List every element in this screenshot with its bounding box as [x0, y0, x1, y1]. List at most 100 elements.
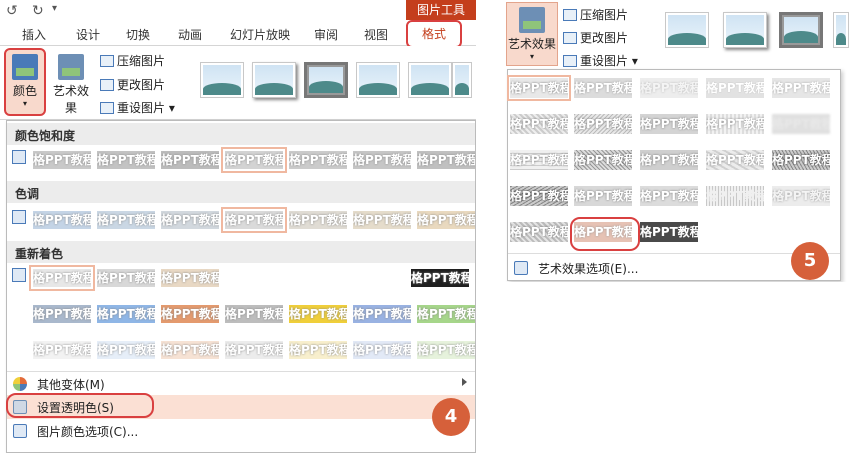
art-effect-swatch[interactable]: 格PPT教程: [640, 186, 698, 206]
compress-button[interactable]: 压缩图片: [100, 52, 165, 69]
style-thumb[interactable]: [665, 12, 709, 48]
reset-picture-button[interactable]: 重设图片 ▾: [563, 52, 638, 69]
art-effect-swatch-dark[interactable]: 格PPT教程: [640, 222, 698, 242]
tab-slideshow[interactable]: 幻灯片放映: [230, 26, 290, 43]
undo-icon[interactable]: ↺: [6, 3, 18, 19]
style-thumb[interactable]: [408, 62, 452, 98]
saturation-swatch[interactable]: 格PPT教程: [289, 151, 347, 169]
saturation-swatch[interactable]: 格PPT教程: [33, 151, 91, 169]
recolor-swatch[interactable]: 格PPT教程: [225, 341, 283, 359]
tone-swatch[interactable]: 格PPT教程: [97, 211, 155, 229]
tab-design[interactable]: 设计: [76, 26, 100, 43]
more-variants-item[interactable]: 其他变体(M): [7, 371, 475, 395]
recolor-swatch[interactable]: 格PPT教程: [417, 305, 475, 323]
art-effect-swatch-selected[interactable]: 格PPT教程: [507, 75, 571, 101]
tab-review[interactable]: 审阅: [314, 26, 338, 43]
chevron-right-icon: [462, 378, 467, 386]
tab-format[interactable]: 格式: [406, 20, 462, 48]
saturation-swatch[interactable]: 格PPT教程: [97, 151, 155, 169]
saturation-swatch[interactable]: 格PPT教程: [161, 151, 219, 169]
art-effect-swatch[interactable]: 格PPT教程: [510, 114, 568, 134]
saturation-swatch[interactable]: 格PPT教程: [417, 151, 475, 169]
recolor-swatch[interactable]: 格PPT教程: [97, 305, 155, 323]
art-options-icon: [514, 261, 528, 275]
art-effect-icon: [519, 7, 545, 33]
style-thumb[interactable]: [723, 12, 767, 48]
recolor-swatch[interactable]: 格PPT教程: [33, 341, 91, 359]
art-effect-button[interactable]: 艺术效果: [48, 50, 94, 116]
recolor-header: 重新着色: [7, 241, 475, 263]
art-effect-swatch[interactable]: 格PPT教程: [706, 78, 764, 98]
style-thumb[interactable]: [779, 12, 823, 48]
recolor-swatch[interactable]: 格PPT教程: [289, 305, 347, 323]
recolor-swatch[interactable]: 格PPT教程: [353, 305, 411, 323]
recolor-swatch[interactable]: 格PPT教程: [161, 305, 219, 323]
art-effect-swatch[interactable]: 格PPT教程: [640, 78, 698, 98]
recolor-icon: [12, 268, 26, 282]
saturation-swatch[interactable]: 格PPT教程: [353, 151, 411, 169]
art-effect-swatch[interactable]: 格PPT教程: [510, 186, 568, 206]
recolor-swatch-black[interactable]: 格PPT教程: [411, 269, 469, 287]
reset-picture-icon: [100, 102, 114, 114]
step-badge-5: 5: [791, 242, 829, 280]
style-thumb[interactable]: [200, 62, 244, 98]
recolor-swatch[interactable]: 格PPT教程: [289, 341, 347, 359]
art-effect-swatch[interactable]: 格PPT教程: [706, 150, 764, 170]
recolor-swatch[interactable]: 格PPT教程: [33, 305, 91, 323]
picture-color-options-item[interactable]: 图片颜色选项(C)...: [7, 419, 475, 443]
repeat-icon[interactable]: ↻: [32, 3, 44, 19]
tone-header: 色调: [7, 181, 475, 203]
tone-swatch[interactable]: 格PPT教程: [353, 211, 411, 229]
art-effect-label: 艺术效果: [507, 37, 556, 51]
tab-transitions[interactable]: 切换: [126, 26, 150, 43]
art-effect-swatch[interactable]: 格PPT教程: [772, 186, 830, 206]
tab-insert[interactable]: 插入: [22, 26, 46, 43]
recolor-swatch[interactable]: 格PPT教程: [97, 269, 155, 287]
change-picture-button[interactable]: 更改图片: [563, 29, 628, 46]
tone-swatch-selected[interactable]: 格PPT教程: [221, 207, 287, 233]
recolor-swatch[interactable]: 格PPT教程: [417, 341, 475, 359]
saturation-header: 颜色饱和度: [7, 123, 475, 145]
menu-divider: [508, 253, 840, 254]
art-effect-swatch[interactable]: 格PPT教程: [640, 114, 698, 134]
art-effect-swatch[interactable]: 格PPT教程: [706, 186, 764, 206]
recolor-swatch[interactable]: 格PPT教程: [161, 341, 219, 359]
recolor-swatch-selected[interactable]: 格PPT教程: [29, 265, 95, 291]
tab-animations[interactable]: 动画: [178, 26, 202, 43]
style-thumb[interactable]: [252, 62, 296, 98]
quick-access-toolbar: ↺ ↻ ▾: [0, 0, 476, 22]
style-thumb[interactable]: [833, 12, 849, 48]
recolor-swatch[interactable]: 格PPT教程: [161, 269, 219, 287]
recolor-swatch[interactable]: 格PPT教程: [225, 305, 283, 323]
tone-swatch[interactable]: 格PPT教程: [33, 211, 91, 229]
art-effect-swatch[interactable]: 格PPT教程: [706, 114, 764, 134]
art-effect-swatch[interactable]: 格PPT教程: [574, 114, 632, 134]
style-thumb[interactable]: [452, 62, 472, 98]
change-picture-button[interactable]: 更改图片: [100, 76, 165, 93]
tone-swatch[interactable]: 格PPT教程: [289, 211, 347, 229]
art-effect-swatch[interactable]: 格PPT教程: [772, 114, 830, 134]
style-thumb[interactable]: [356, 62, 400, 98]
recolor-swatch[interactable]: 格PPT教程: [353, 341, 411, 359]
art-effect-swatch[interactable]: 格PPT教程: [772, 150, 830, 170]
reset-picture-button[interactable]: 重设图片 ▾: [100, 99, 175, 116]
art-effect-swatch[interactable]: 格PPT教程: [772, 78, 830, 98]
art-effect-swatch[interactable]: 格PPT教程: [510, 150, 568, 170]
recolor-swatch[interactable]: 格PPT教程: [97, 341, 155, 359]
art-effect-swatch[interactable]: 格PPT教程: [640, 150, 698, 170]
tone-swatch[interactable]: 格PPT教程: [417, 211, 475, 229]
saturation-icon: [12, 150, 26, 164]
art-effect-swatch[interactable]: 格PPT教程: [510, 222, 568, 242]
tab-view[interactable]: 视图: [364, 26, 388, 43]
right-screenshot: 艺术效果 ▾ 压缩图片 更改图片 重设图片 ▾ 格PPT教程 格PPT教程 格P…: [503, 0, 850, 282]
art-effect-button[interactable]: 艺术效果 ▾: [506, 2, 558, 66]
color-button[interactable]: 颜色 ▾: [4, 48, 46, 116]
art-effect-swatch[interactable]: 格PPT教程: [574, 150, 632, 170]
dropdown-icon[interactable]: ▾: [52, 3, 57, 14]
art-effect-swatch[interactable]: 格PPT教程: [574, 78, 632, 98]
style-thumb[interactable]: [304, 62, 348, 98]
saturation-swatch-selected[interactable]: 格PPT教程: [221, 147, 287, 173]
compress-button[interactable]: 压缩图片: [563, 6, 628, 23]
art-effect-swatch[interactable]: 格PPT教程: [574, 186, 632, 206]
tone-swatch[interactable]: 格PPT教程: [161, 211, 219, 229]
